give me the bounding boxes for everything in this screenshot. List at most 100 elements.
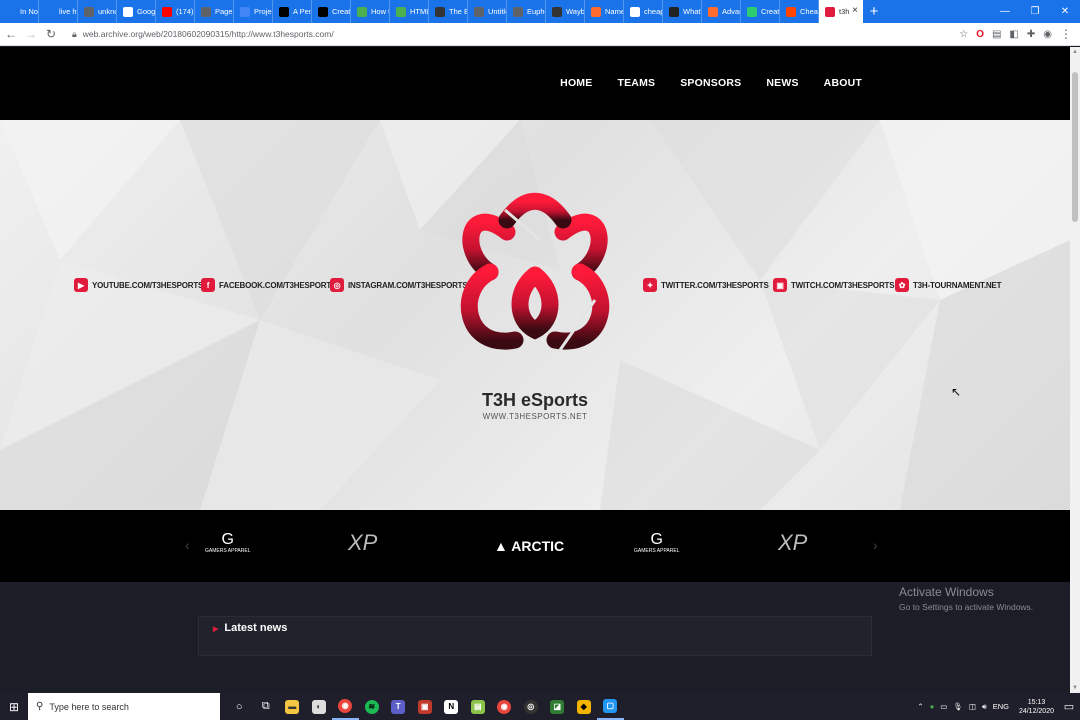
sponsor-logo-arctic[interactable]: ▲ ARCTIC — [494, 538, 564, 554]
browser-tab[interactable]: live ht — [39, 0, 78, 23]
app-icon-2[interactable]: ▣ — [412, 693, 439, 720]
steam-icon[interactable]: ◎ — [518, 693, 545, 720]
teams-icon[interactable]: T — [385, 693, 412, 720]
app-icon-5[interactable]: ▢ — [597, 693, 624, 720]
nav-about[interactable]: ABOUT — [824, 77, 862, 89]
minimize-button[interactable]: — — [990, 0, 1020, 23]
network-icon[interactable]: ◫ — [969, 702, 976, 711]
browser-tab[interactable]: How t — [351, 0, 390, 23]
notion-icon[interactable]: N — [438, 693, 465, 720]
opera-extension-icon[interactable]: O — [976, 29, 984, 40]
volume-icon[interactable]: 🔊︎ — [982, 702, 987, 712]
browser-tab[interactable]: (174) Y — [156, 0, 195, 23]
browser-tab[interactable]: Page r — [195, 0, 234, 23]
globe-icon — [474, 6, 484, 17]
new-tab-button[interactable]: + — [863, 0, 885, 23]
browser-tab[interactable]: Name — [585, 0, 624, 23]
app-icon-4[interactable]: ◆ — [571, 693, 598, 720]
taskbar-clock[interactable]: 15:13 24/12/2020 — [1019, 698, 1054, 716]
sponsor-logo-xp[interactable]: XP — [348, 530, 377, 556]
close-window-button[interactable]: ✕ — [1050, 0, 1080, 23]
clock-date: 24/12/2020 — [1018, 707, 1054, 715]
notification-icon[interactable]: ▭ — [1058, 700, 1080, 713]
forward-icon[interactable]: → — [22, 27, 40, 41]
browser-tab[interactable]: HTML — [390, 0, 429, 23]
carousel-prev-icon[interactable]: ‹ — [185, 537, 190, 553]
browser-tab[interactable]: In Not — [0, 0, 39, 23]
docs-extension-icon[interactable]: ▤ — [992, 29, 1001, 40]
url-field[interactable]: web.archive.org/web/20180602090315/http:… — [83, 29, 334, 39]
browser-tab[interactable]: Untitle — [468, 0, 507, 23]
browser-tab[interactable]: A Pen — [273, 0, 312, 23]
twitch-icon: ▣ — [773, 278, 787, 292]
battery-icon[interactable]: ▭ — [940, 702, 947, 711]
back-icon[interactable]: ← — [2, 27, 20, 41]
spotify-icon[interactable]: ≋ — [359, 693, 386, 720]
profile-avatar-icon[interactable]: ◉ — [1043, 29, 1052, 40]
browser-tab[interactable]: What's — [663, 0, 702, 23]
carousel-next-icon[interactable]: › — [873, 537, 878, 553]
scroll-thumb[interactable] — [1072, 72, 1078, 222]
social-link-twitch[interactable]: ▣ TWITCH.COM/T3HESPORTS — [773, 278, 895, 292]
browser-tab[interactable]: Wayba — [546, 0, 585, 23]
sponsor-name: GAMERS APPAREL — [634, 548, 680, 554]
language-indicator[interactable]: ENG — [993, 702, 1009, 711]
restore-button[interactable]: ❐ — [1020, 0, 1050, 23]
reload-icon[interactable]: ↻ — [42, 27, 60, 41]
browser-tab[interactable]: Create — [312, 0, 351, 23]
reddit-icon — [786, 6, 796, 17]
file-icon — [435, 6, 445, 17]
file-explorer-icon[interactable]: ▬ — [279, 693, 306, 720]
sponsor-logo-gamers[interactable]: G GAMERS APPAREL — [205, 532, 250, 555]
windows-start-icon[interactable]: ⊞ — [0, 693, 28, 720]
sponsor-name: XP — [778, 530, 808, 555]
notion-extension-icon[interactable]: ◧ — [1009, 29, 1018, 40]
sponsor-logo-xp[interactable]: XP — [778, 530, 807, 556]
browser-tab[interactable]: Create — [741, 0, 780, 23]
scroll-down-icon[interactable]: ▼ — [1070, 685, 1080, 691]
chrome-icon-2[interactable]: ◉ — [491, 693, 518, 720]
tab-close-icon[interactable]: × — [852, 5, 858, 16]
microphone-icon[interactable]: 🎙︎ — [953, 702, 963, 711]
page-scrollbar[interactable]: ▲ ▼ — [1070, 47, 1080, 693]
task-view-icon[interactable]: ⧉ — [253, 693, 280, 720]
scroll-up-icon[interactable]: ▲ — [1070, 49, 1080, 55]
puzzle-extensions-icon[interactable]: ✚ — [1027, 29, 1035, 40]
app-icon-3[interactable]: ◪ — [544, 693, 571, 720]
tray-app-icon[interactable]: ● — [930, 702, 935, 711]
chrome-icon[interactable]: ◉ — [332, 693, 359, 720]
browser-tab[interactable]: Eupho — [507, 0, 546, 23]
bookmark-star-icon[interactable]: ☆ — [959, 29, 968, 40]
t3h-favicon-icon — [825, 6, 835, 17]
browser-tab-active[interactable]: t3h × — [819, 0, 863, 23]
activate-subtitle: Go to Settings to activate Windows. — [899, 602, 1034, 612]
social-link-t3h[interactable]: ✿ T3H-TOURNAMENT.NET — [895, 278, 1001, 292]
tab-label: Untitle — [488, 7, 506, 16]
social-link-twitter[interactable]: ✦ TWITTER.COM/T3HESPORTS — [643, 278, 769, 292]
browser-tab[interactable]: The Ex — [429, 0, 468, 23]
main-nav: HOME TEAMS SPONSORS NEWS ABOUT — [535, 77, 862, 89]
browser-tab[interactable]: Advan — [702, 0, 741, 23]
social-link-youtube[interactable]: ▶ YOUTUBE.COM/T3HESPORTS — [74, 278, 203, 292]
social-link-facebook[interactable]: f FACEBOOK.COM/T3HESPORTS — [201, 278, 336, 292]
cortana-icon[interactable]: ○ — [226, 693, 253, 720]
browser-tab[interactable]: cheap — [624, 0, 663, 23]
sponsor-logo-gamers[interactable]: G GAMERS APPAREL — [634, 532, 680, 555]
browser-tab[interactable]: unkno — [78, 0, 117, 23]
app-icon-1[interactable]: ◐ — [306, 693, 333, 720]
namecheap-icon — [591, 6, 601, 17]
taskbar-search-input[interactable]: ⚲ Type here to search — [28, 693, 220, 720]
notepad-icon[interactable]: ▤ — [465, 693, 492, 720]
browser-tab[interactable]: Cheap — [780, 0, 819, 23]
lock-icon[interactable]: 🔒︎ — [72, 29, 77, 40]
archive-icon — [552, 6, 562, 17]
menu-dots-icon[interactable]: ⋮ — [1060, 27, 1072, 41]
nav-home[interactable]: HOME — [560, 77, 592, 89]
nav-teams[interactable]: TEAMS — [617, 77, 655, 89]
browser-tab[interactable]: Googl — [117, 0, 156, 23]
window-controls: — ❐ ✕ — [990, 0, 1080, 23]
browser-tab[interactable]: Projec — [234, 0, 273, 23]
tray-chevron-icon[interactable]: ⌃ — [917, 702, 923, 711]
nav-news[interactable]: NEWS — [766, 77, 798, 89]
nav-sponsors[interactable]: SPONSORS — [680, 77, 741, 89]
